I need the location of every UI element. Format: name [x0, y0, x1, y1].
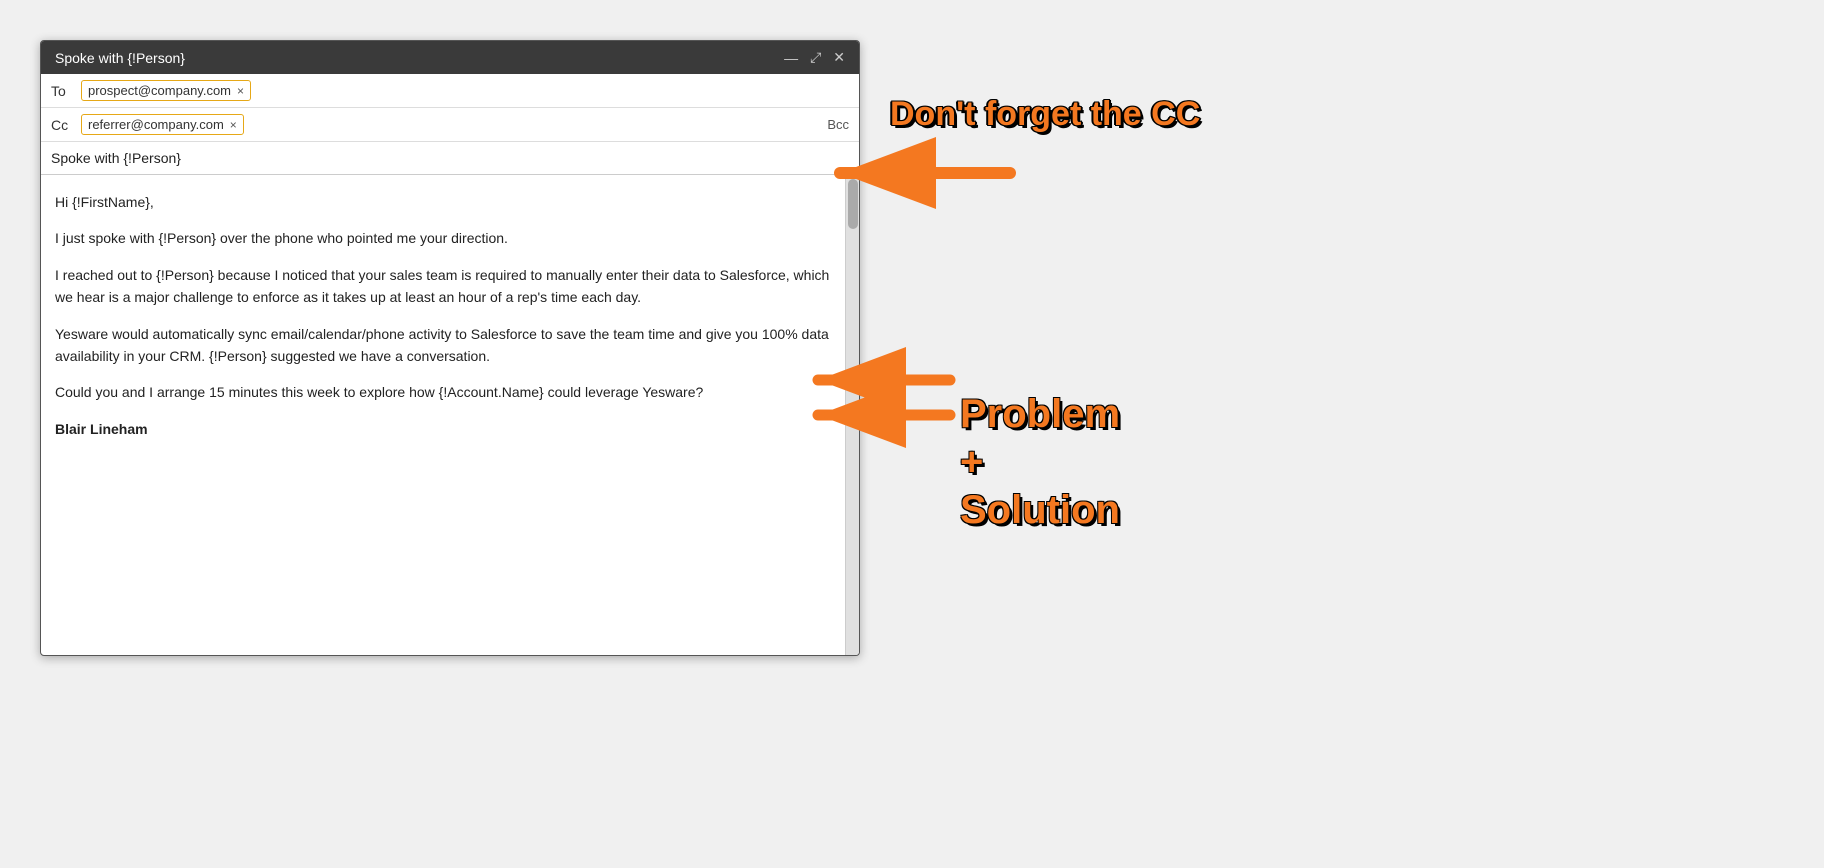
to-remove-button[interactable]: ×	[237, 84, 244, 98]
to-row: To prospect@company.com ×	[41, 74, 859, 108]
problem-line3: Solution	[960, 486, 1120, 534]
subject-row: Spoke with {!Person}	[41, 142, 859, 175]
cc-label: Cc	[51, 117, 81, 133]
problem-line1: Problem	[960, 390, 1120, 438]
problem-arrows	[800, 350, 960, 453]
email-body[interactable]: Hi {!FirstName}, I just spoke with {!Per…	[41, 175, 845, 655]
body-signature: Blair Lineham	[55, 421, 148, 437]
subject-text: Spoke with {!Person}	[51, 150, 181, 166]
to-label: To	[51, 83, 81, 99]
problem-annotation-text: Problem + Solution	[960, 390, 1120, 534]
body-paragraph4: Could you and I arrange 15 minutes this …	[55, 381, 831, 403]
cc-remove-button[interactable]: ×	[230, 118, 237, 132]
problem-line2: +	[960, 438, 1120, 486]
cc-recipient-email: referrer@company.com	[88, 117, 224, 132]
window-title: Spoke with {!Person}	[55, 50, 185, 66]
cc-row: Cc referrer@company.com × Bcc	[41, 108, 859, 142]
close-button[interactable]: ✕	[833, 49, 845, 66]
cc-arrow-svg	[820, 148, 1020, 198]
problem-annotation: Problem + Solution	[960, 390, 1120, 534]
cc-arrow	[820, 148, 1020, 201]
body-greeting: Hi {!FirstName},	[55, 191, 831, 213]
window-controls: — ⤢ ✕	[784, 49, 845, 66]
bcc-link[interactable]: Bcc	[827, 117, 849, 132]
email-compose-window: Spoke with {!Person} — ⤢ ✕ To prospect@c…	[40, 40, 860, 656]
title-bar: Spoke with {!Person} — ⤢ ✕	[41, 41, 859, 74]
problem-arrows-svg	[800, 350, 960, 450]
to-recipient-chip[interactable]: prospect@company.com ×	[81, 80, 251, 101]
to-recipient-email: prospect@company.com	[88, 83, 231, 98]
body-area: Hi {!FirstName}, I just spoke with {!Per…	[41, 175, 859, 655]
maximize-button[interactable]: ⤢	[810, 49, 821, 66]
cc-recipient-chip[interactable]: referrer@company.com ×	[81, 114, 244, 135]
cc-annotation: Don't forget the CC	[890, 95, 1200, 134]
cc-annotation-text: Don't forget the CC	[890, 95, 1200, 133]
body-paragraph2: I reached out to {!Person} because I not…	[55, 264, 831, 309]
body-paragraph3: Yesware would automatically sync email/c…	[55, 323, 831, 368]
minimize-button[interactable]: —	[784, 50, 798, 66]
body-paragraph1: I just spoke with {!Person} over the pho…	[55, 227, 831, 249]
